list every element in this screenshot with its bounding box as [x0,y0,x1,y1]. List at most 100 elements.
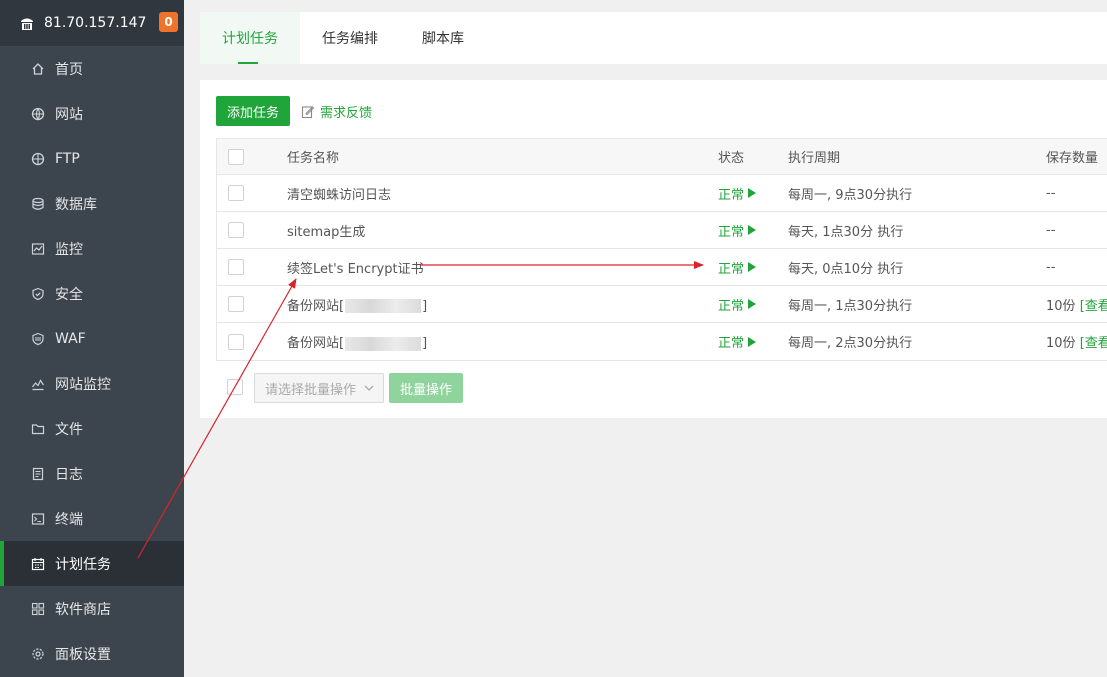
notification-badge[interactable]: 0 [159,12,178,32]
status-toggle[interactable]: 正常 [718,332,757,351]
tab-cron-tasks[interactable]: 计划任务 [200,12,300,64]
folder-icon [30,421,46,437]
sidebar-item-label: FTP [55,150,80,167]
task-name: 备份网站[] [287,295,427,314]
task-keep: -- [1046,185,1056,201]
task-name: 清空蜘蛛访问日志 [287,187,392,203]
sidebar-item-label: 首页 [55,61,83,78]
home-icon [30,61,46,77]
header-task-name: 任务名称 [287,151,340,166]
redacted-site-name [345,336,422,351]
keep-count: 10份 [1046,298,1076,314]
add-task-button[interactable]: 添加任务 [216,96,290,126]
task-name-suffix: ] [422,298,428,314]
chevron-down-icon [364,385,374,391]
sidebar-item-files[interactable]: 文件 [0,406,184,451]
view-backups-link[interactable]: [查看] [1080,299,1107,314]
sidebar-item-terminal[interactable]: 终端 [0,496,184,541]
row-checkbox[interactable] [228,296,244,312]
status-text: 正常 [718,298,745,314]
sidebar-item-monitor[interactable]: 监控 [0,226,184,271]
sidebar-item-database[interactable]: 数据库 [0,181,184,226]
sidebar-item-label: WAF [55,330,86,347]
status-toggle[interactable]: 正常 [718,184,757,203]
feedback-link[interactable]: 需求反馈 [301,102,372,121]
sidebar-item-label: 数据库 [55,196,97,213]
batch-action-select[interactable]: 请选择批量操作 [254,373,384,403]
edit-icon [301,105,315,118]
task-name-prefix: 备份网站[ [287,336,345,351]
play-icon [748,188,757,198]
sidebar-item-logs[interactable]: 日志 [0,451,184,496]
redacted-site-name [345,299,422,313]
batch-select-checkbox[interactable] [227,379,243,395]
task-table: 任务名称 状态 执行周期 保存数量 清空蜘蛛访问日志 正常 每周一, 9点30分… [216,138,1107,361]
status-toggle[interactable]: 正常 [718,221,757,240]
task-keep: -- [1046,222,1056,238]
sidebar-item-label: 网站监控 [55,376,111,393]
database-icon [30,196,46,212]
table-row: 续签Let's Encrypt证书 正常 每天, 0点10分 执行 -- [217,249,1107,286]
shield-icon [30,286,46,302]
task-cycle: 每周一, 9点30分执行 [788,187,913,203]
terminal-icon [30,511,46,527]
sidebar-item-website[interactable]: 网站 [0,91,184,136]
sidebar-item-app-store[interactable]: 软件商店 [0,586,184,631]
table-row: 备份网站[] 正常 每周一, 1点30分执行 10份 [查看] [217,286,1107,323]
row-checkbox[interactable] [228,333,244,350]
tab-bar: 计划任务 任务编排 脚本库 [200,12,1107,64]
status-text: 正常 [718,224,745,240]
play-icon [748,336,757,347]
task-cycle: 每周一, 1点30分执行 [788,298,913,314]
status-text: 正常 [718,187,745,203]
sidebar-item-label: 终端 [55,511,83,528]
sidebar-menu: 首页 网站 FTP 数据库 监控 安全 WAF 网站监控 文件 日志 终端 计划… [0,46,184,676]
sidebar-item-site-monitor[interactable]: 网站监控 [0,361,184,406]
chart-icon [30,376,46,392]
server-ip[interactable]: 81.70.157.147 [44,15,146,31]
batch-action-button[interactable]: 批量操作 [389,373,463,403]
row-checkbox[interactable] [228,259,244,275]
view-backups-link[interactable]: [查看] [1080,336,1107,351]
gear-icon [30,646,46,662]
play-icon [748,299,757,309]
status-toggle[interactable]: 正常 [718,295,757,314]
task-name-suffix: ] [422,336,428,351]
play-icon [748,262,757,272]
sidebar-item-home[interactable]: 首页 [0,46,184,91]
select-all-checkbox[interactable] [228,148,244,165]
feedback-label: 需求反馈 [320,106,373,121]
table-row: sitemap生成 正常 每天, 1点30分 执行 -- [217,212,1107,249]
sidebar-item-cron[interactable]: 计划任务 [0,541,184,586]
tab-task-orchestration[interactable]: 任务编排 [300,12,400,64]
server-header: 81.70.157.147 0 [0,0,184,46]
sidebar-item-label: 文件 [55,421,83,438]
header-keep-count: 保存数量 [1046,151,1099,166]
tab-script-library[interactable]: 脚本库 [400,12,486,64]
task-name: 备份网站[] [287,332,427,351]
task-keep: 10份 [查看] [1046,295,1107,314]
table-row: 清空蜘蛛访问日志 正常 每周一, 9点30分执行 -- [217,175,1107,212]
waf-icon [30,331,46,347]
play-icon [748,225,757,235]
sidebar-item-ftp[interactable]: FTP [0,136,184,181]
sidebar-item-waf[interactable]: WAF [0,316,184,361]
task-keep: -- [1046,259,1056,275]
task-cycle: 每天, 1点30分 执行 [788,224,904,240]
header-status: 状态 [718,151,745,166]
globe-icon [30,106,46,122]
row-checkbox[interactable] [228,185,244,201]
task-name: sitemap生成 [287,224,366,240]
sidebar-item-security[interactable]: 安全 [0,271,184,316]
task-cycle: 每周一, 2点30分执行 [788,336,913,351]
sidebar-item-label: 计划任务 [55,556,111,573]
ftp-icon [30,151,46,167]
status-text: 正常 [718,261,745,277]
status-toggle[interactable]: 正常 [718,258,757,277]
table-row: 备份网站[] 正常 每周一, 2点30分执行 10份 [查看] [217,323,1107,360]
apps-icon [30,601,46,617]
sidebar-item-panel-settings[interactable]: 面板设置 [0,631,184,676]
row-checkbox[interactable] [228,222,244,238]
sidebar-item-label: 监控 [55,241,83,258]
keep-count: 10份 [1046,336,1076,351]
